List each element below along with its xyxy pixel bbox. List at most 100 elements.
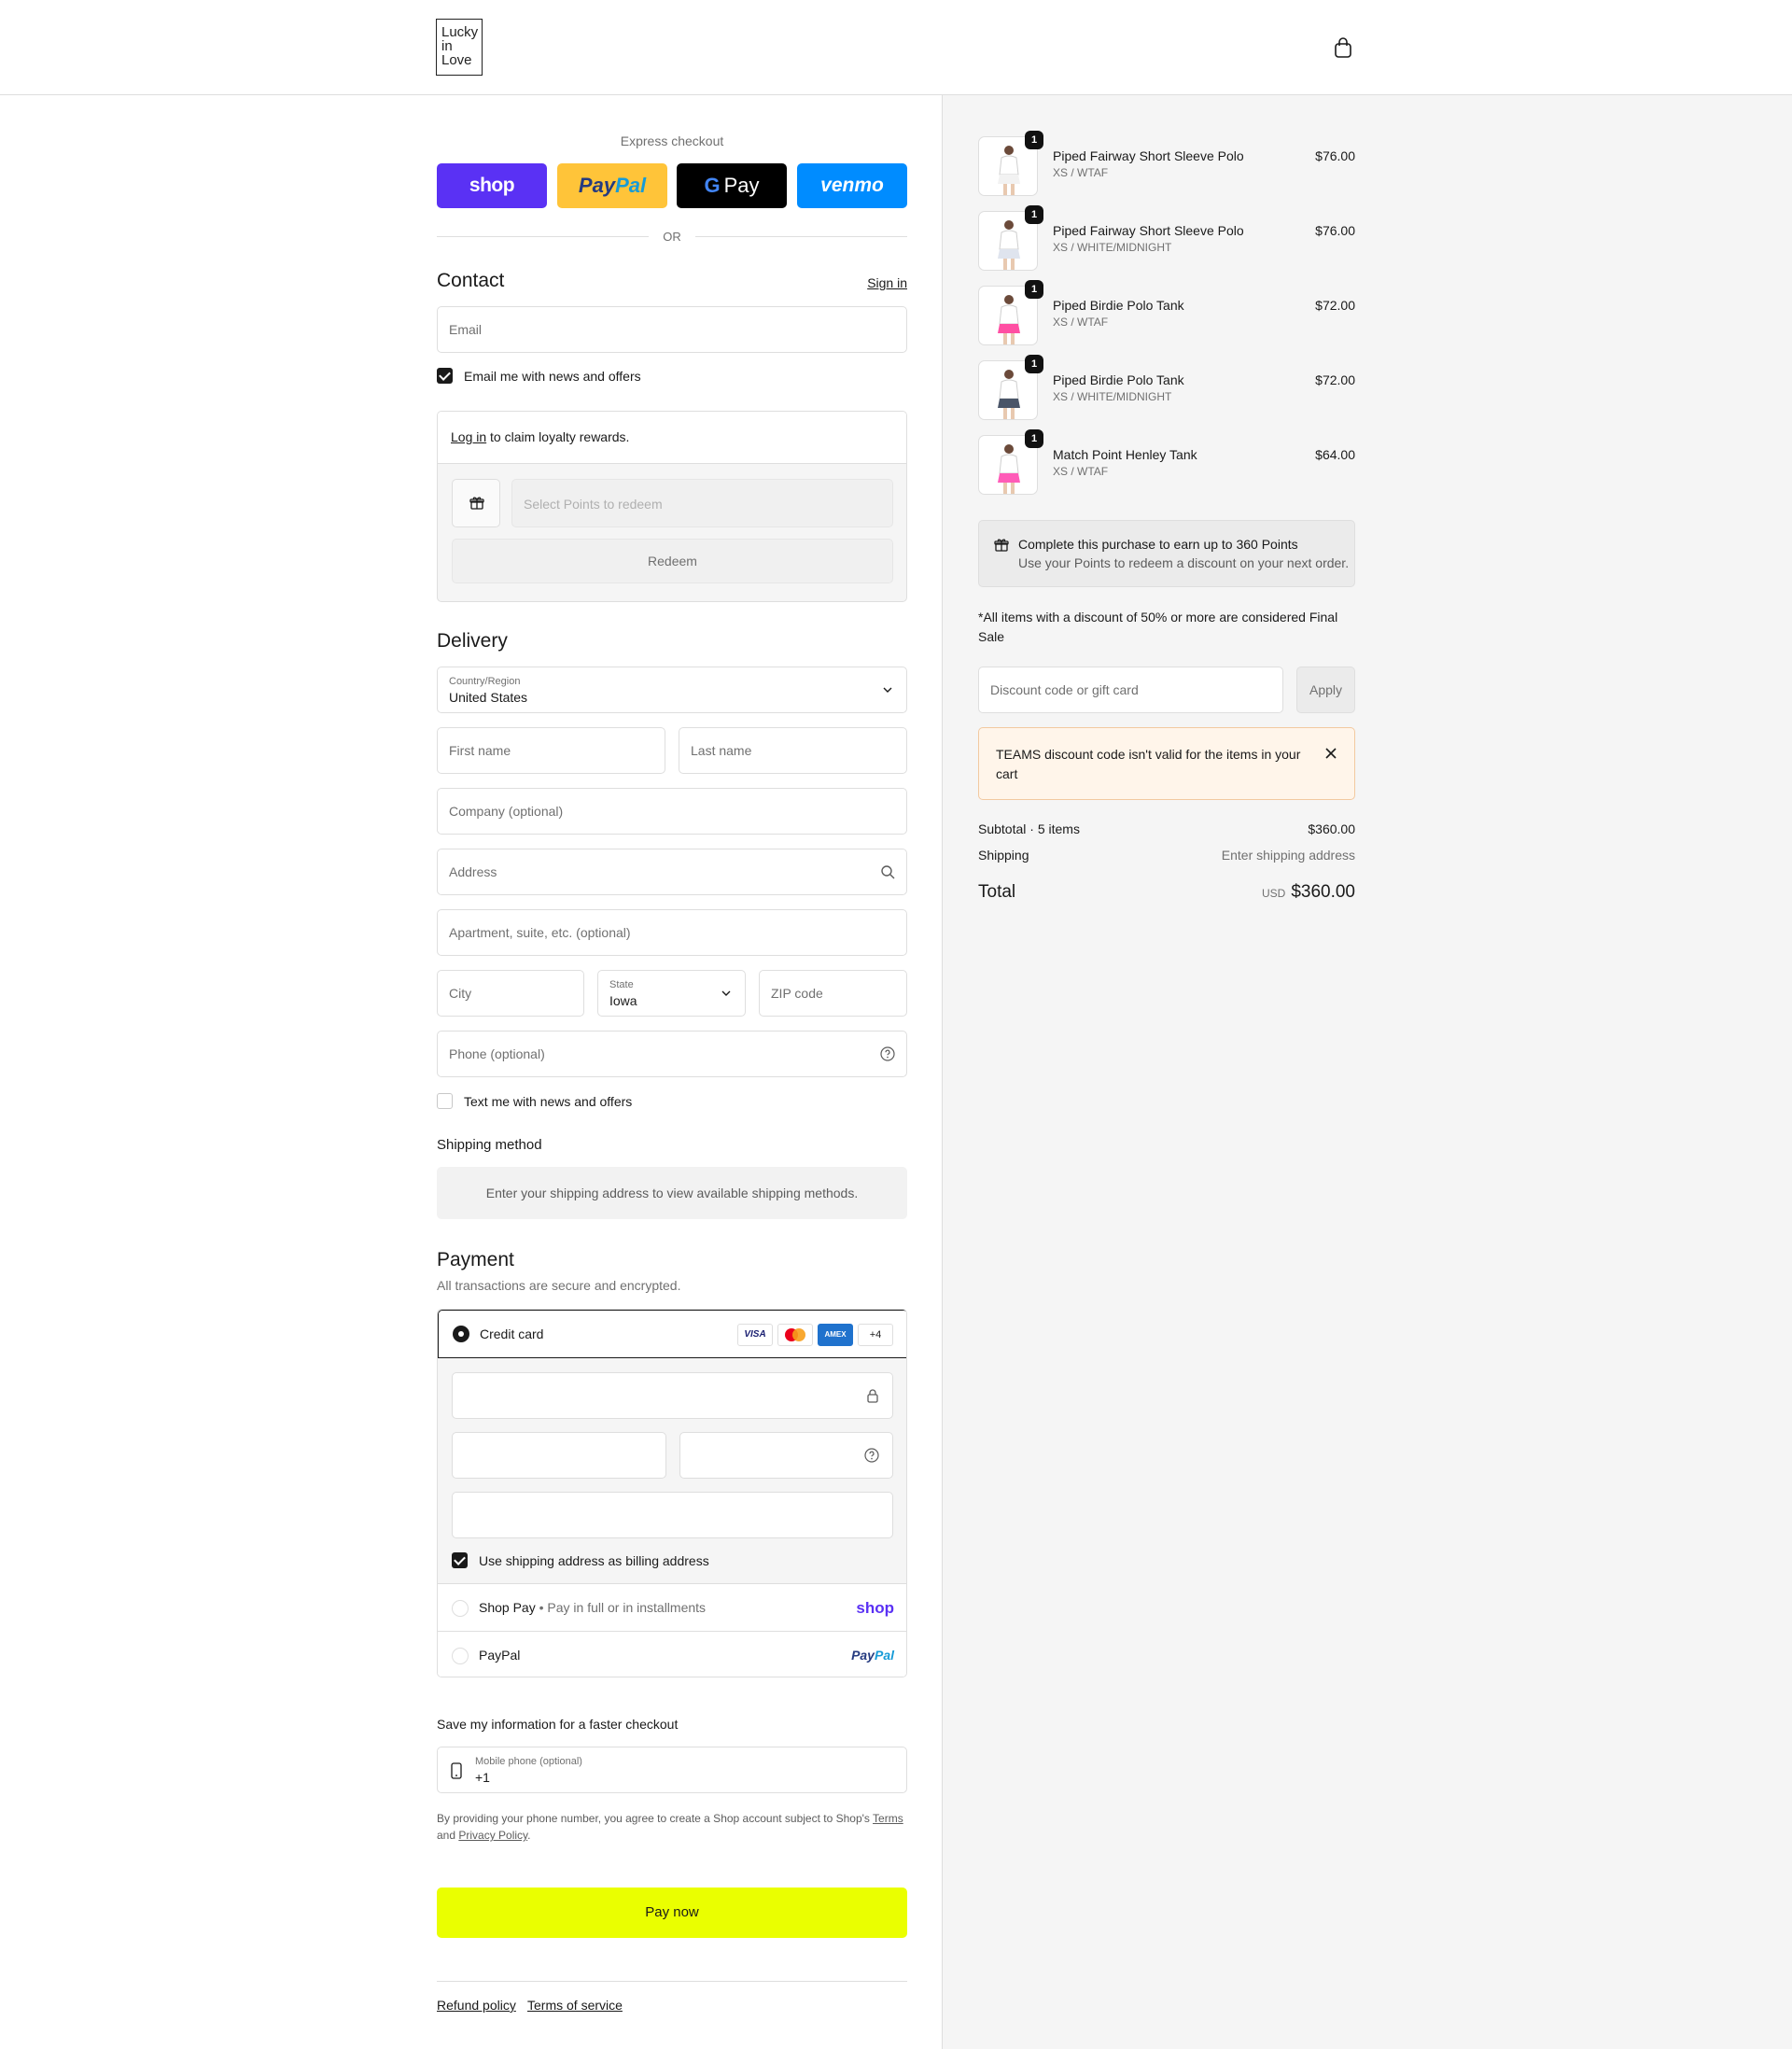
product-name: Match Point Henley Tank — [1053, 447, 1197, 462]
city-field[interactable]: City — [437, 970, 584, 1017]
phone-field[interactable]: Phone (optional) — [437, 1031, 907, 1077]
google-pay-button[interactable]: G Pay — [677, 163, 787, 208]
product-price: $76.00 — [1315, 148, 1355, 163]
points-placeholder: Select Points to redeem — [524, 497, 663, 512]
shop-pay-logo: shop — [856, 1599, 894, 1617]
product-variant: XS / WTAF — [1053, 166, 1109, 179]
country-value: United States — [449, 690, 528, 705]
brand-logo[interactable]: Lucky in Love — [436, 19, 483, 76]
logo-line: in — [441, 38, 453, 54]
shopping-bag-icon[interactable] — [1334, 37, 1352, 58]
payment-heading: Payment — [437, 1249, 514, 1270]
venmo-button[interactable]: venmo — [797, 163, 907, 208]
final-sale-note: *All items with a discount of 50% or mor… — [978, 610, 1338, 644]
loyalty-login-row: Log in to claim loyalty rewards. — [438, 412, 906, 464]
product-variant: XS / WTAF — [1053, 465, 1109, 478]
product-price: $64.00 — [1315, 447, 1355, 462]
apply-button[interactable]: Apply — [1296, 667, 1355, 713]
terms-link[interactable]: Terms — [873, 1812, 903, 1825]
country-label: Country/Region — [449, 676, 521, 687]
delivery-heading: Delivery — [437, 630, 508, 652]
header: Lucky in Love — [0, 0, 1792, 95]
shop-pay-button[interactable]: shop — [437, 163, 547, 208]
mobile-phone-field[interactable]: Mobile phone (optional) +1 — [437, 1747, 907, 1793]
zip-field[interactable]: ZIP code — [759, 970, 907, 1017]
card-number-field[interactable] — [452, 1372, 893, 1419]
product-variant: XS / WHITE/MIDNIGHT — [1053, 390, 1172, 403]
log-in-link[interactable]: Log in — [451, 429, 486, 444]
expiration-date-field[interactable] — [452, 1432, 666, 1479]
mobile-phone-icon — [451, 1762, 462, 1779]
cart-item: 1 Match Point Henley Tank XS / WTAF $64.00 — [978, 429, 1355, 495]
pay-now-button[interactable]: Pay now — [437, 1888, 907, 1938]
divider-line — [695, 236, 907, 237]
search-icon — [881, 865, 895, 879]
loyalty-login-text: to claim loyalty rewards. — [486, 429, 630, 444]
refund-policy-link[interactable]: Refund policy — [437, 1998, 516, 2013]
name-on-card-field[interactable] — [452, 1492, 893, 1538]
product-name: Piped Fairway Short Sleeve Polo — [1053, 223, 1244, 238]
help-circle-icon[interactable] — [880, 1046, 895, 1061]
save-info-heading: Save my information for a faster checkou… — [437, 1717, 679, 1732]
privacy-policy-link[interactable]: Privacy Policy — [458, 1829, 527, 1842]
quantity-badge: 1 — [1025, 429, 1043, 448]
security-code-field[interactable] — [679, 1432, 893, 1479]
cart-item: 1 Piped Birdie Polo Tank XS / WHITE/MIDNIG… — [978, 355, 1355, 420]
last-name-placeholder: Last name — [691, 743, 752, 758]
zip-placeholder: ZIP code — [771, 986, 823, 1001]
gift-icon — [469, 497, 484, 510]
redeem-button[interactable]: Redeem — [452, 539, 893, 583]
points-redeem-text: Use your Points to redeem a discount on … — [1018, 555, 1350, 570]
gift-icon — [994, 539, 1009, 552]
legal-text-part: and — [437, 1829, 459, 1842]
apartment-field[interactable]: Apartment, suite, etc. (optional) — [437, 909, 907, 956]
express-checkout-title: Express checkout — [620, 133, 724, 148]
paypal-option-label: PayPal — [479, 1648, 521, 1663]
chevron-down-icon — [721, 990, 731, 996]
help-circle-icon[interactable] — [864, 1448, 879, 1463]
credit-card-option[interactable]: Credit card VISA AMEX +4 — [438, 1310, 906, 1358]
subtotal-row: Subtotal · 5 items $360.00 — [978, 821, 1355, 836]
first-name-field[interactable]: First name — [437, 727, 665, 774]
text-news-checkbox[interactable] — [437, 1093, 453, 1109]
points-info-box: Complete this purchase to earn up to 360… — [978, 520, 1355, 587]
gift-icon-box — [452, 479, 500, 527]
sign-in-link[interactable]: Sign in — [867, 275, 907, 290]
email-news-checkbox[interactable] — [437, 368, 453, 384]
mobile-phone-label: Mobile phone (optional) — [475, 1756, 582, 1767]
email-field[interactable]: Email — [437, 306, 907, 353]
cart-item: 1 Piped Fairway Short Sleeve Polo XS / WTA… — [978, 131, 1355, 196]
last-name-field[interactable]: Last name — [679, 727, 907, 774]
discount-code-field[interactable]: Discount code or gift card — [978, 667, 1283, 713]
terms-of-service-link[interactable]: Terms of service — [527, 1998, 623, 2013]
city-placeholder: City — [449, 986, 472, 1001]
total-currency: USD — [1261, 887, 1286, 900]
quantity-badge: 1 — [1025, 205, 1043, 224]
paypal-radio[interactable] — [452, 1648, 469, 1664]
shipping-row: Shipping Enter shipping address — [978, 848, 1355, 863]
phone-placeholder: Phone (optional) — [449, 1046, 545, 1061]
paypal-logo-part: Pay — [851, 1648, 875, 1663]
address-field[interactable]: Address — [437, 849, 907, 895]
state-select[interactable]: State Iowa — [597, 970, 746, 1017]
legal-text-part: By providing your phone number, you agre… — [437, 1812, 874, 1825]
paypal-logo: PayPal — [851, 1648, 894, 1663]
discount-placeholder: Discount code or gift card — [990, 682, 1139, 697]
amex-icon: AMEX — [818, 1324, 853, 1346]
billing-same-checkbox[interactable] — [452, 1552, 468, 1568]
total-value: $360.00 — [1291, 882, 1355, 902]
credit-card-radio[interactable] — [453, 1326, 469, 1342]
points-select[interactable]: Select Points to redeem — [511, 479, 893, 527]
google-g-icon: G — [704, 174, 721, 197]
shop-pay-option[interactable]: Shop Pay • Pay in full or in installment… — [438, 1585, 906, 1632]
close-icon[interactable] — [1324, 747, 1337, 760]
quantity-badge: 1 — [1025, 355, 1043, 373]
shop-pay-radio[interactable] — [452, 1600, 469, 1617]
first-name-placeholder: First name — [449, 743, 511, 758]
product-price: $72.00 — [1315, 298, 1355, 313]
paypal-button[interactable]: Pay Pal — [557, 163, 667, 208]
paypal-option[interactable]: PayPal PayPal — [438, 1633, 906, 1677]
country-select[interactable]: Country/Region United States — [437, 667, 907, 713]
company-field[interactable]: Company (optional) — [437, 788, 907, 835]
text-news-label: Text me with news and offers — [464, 1094, 633, 1109]
